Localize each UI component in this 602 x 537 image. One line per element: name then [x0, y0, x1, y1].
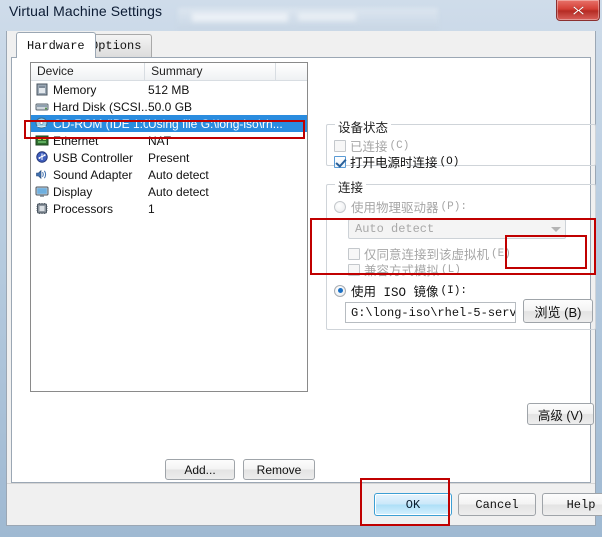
use-iso-image-row[interactable]: 使用 ISO 镜像 (I): [334, 281, 467, 300]
connect-at-power-on-mnemonic: (O) [439, 155, 460, 168]
device-summary: 512 MB [148, 82, 190, 97]
column-header-extra [276, 63, 307, 80]
settings-dialog: Hardware Options Device Summary Memory 5… [6, 31, 602, 526]
iso-path-value: G:\long-iso\rhel-5-server- [351, 305, 516, 320]
processor-icon [36, 203, 48, 214]
iso-path-input[interactable]: G:\long-iso\rhel-5-server- [345, 302, 516, 323]
device-summary: NAT [148, 133, 172, 148]
device-row-ethernet[interactable]: Ethernet NAT [31, 132, 307, 149]
device-row-usb-controller[interactable]: USB Controller Present [31, 149, 307, 166]
hardware-tab-panel: Device Summary Memory 512 MB Hard Disk (… [11, 57, 596, 483]
close-button[interactable] [556, 0, 600, 21]
cancel-button[interactable]: Cancel [458, 493, 536, 516]
display-icon [35, 186, 49, 197]
device-list-header: Device Summary [31, 63, 307, 81]
use-physical-drive-label: 使用物理驱动器 [351, 201, 439, 215]
use-iso-image-mnemonic: (I): [440, 284, 467, 297]
use-iso-image-radio[interactable] [334, 284, 346, 297]
device-list[interactable]: Device Summary Memory 512 MB Hard Disk (… [30, 62, 308, 392]
physical-drive-select[interactable]: Auto detect [348, 219, 566, 239]
use-iso-image-label: 使用 ISO 镜像 [351, 286, 439, 300]
cancel-label: Cancel [475, 497, 519, 512]
device-row-memory[interactable]: Memory 512 MB [31, 81, 307, 98]
memory-icon [36, 83, 48, 96]
chevron-down-icon [551, 227, 561, 232]
tab-options-label: Options [91, 39, 142, 53]
sound-icon [36, 169, 47, 180]
ok-button[interactable]: OK [374, 493, 452, 516]
browse-label: 浏览 (B) [534, 304, 582, 320]
advanced-button[interactable]: 高级 (V) [527, 403, 594, 425]
device-summary: 50.0 GB [148, 99, 193, 114]
exclusive-access-checkbox[interactable] [348, 247, 360, 260]
use-physical-drive-radio[interactable] [334, 200, 346, 213]
legacy-emulation-mnemonic: (L) [441, 263, 461, 276]
device-name: Display [53, 184, 93, 199]
column-header-summary: Summary [145, 63, 277, 80]
column-header-device: Device [31, 63, 146, 80]
device-summary: Present [148, 150, 190, 165]
add-device-label: Add... [184, 462, 216, 477]
device-name: Memory [53, 82, 97, 97]
ethernet-icon [35, 135, 49, 146]
advanced-label: 高级 (V) [537, 408, 584, 423]
connected-checkbox[interactable] [334, 139, 346, 152]
tab-hardware[interactable]: Hardware [16, 32, 96, 58]
device-row-hard-disk[interactable]: Hard Disk (SCSI... 50.0 GB [31, 98, 307, 115]
close-x-icon [572, 5, 584, 15]
device-name: Hard Disk (SCSI... [53, 99, 148, 114]
use-physical-drive-mnemonic: (P): [440, 200, 467, 213]
device-name: Processors [53, 201, 114, 216]
connect-at-power-on-checkbox[interactable] [334, 155, 346, 168]
help-label: Help [566, 497, 596, 512]
window-titlebar: Virtual Machine Settings [0, 0, 602, 31]
harddisk-icon [35, 103, 49, 111]
remove-device-label: Remove [256, 462, 302, 477]
device-summary: Auto detect [148, 184, 209, 199]
device-name: Sound Adapter [53, 167, 133, 182]
device-row-sound-adapter[interactable]: Sound Adapter Auto detect [31, 166, 307, 183]
device-name: Ethernet [53, 133, 99, 148]
usb-icon [36, 151, 48, 163]
help-button[interactable]: Help [542, 493, 602, 516]
device-status-legend: 设备状态 [335, 117, 392, 136]
screenshot-root: Virtual Machine Settings Hardware Option… [0, 0, 602, 537]
dialog-footer: OK Cancel Help [7, 483, 602, 525]
device-row-cdrom[interactable]: CD-ROM (IDE 1:0) Using file G:\long-iso\… [31, 115, 307, 132]
legacy-emulation-row[interactable]: 兼容方式模拟 (L) [348, 260, 461, 279]
connected-mnemonic: (C) [389, 139, 410, 152]
physical-drive-value: Auto detect [355, 222, 435, 236]
window-title: Virtual Machine Settings [9, 3, 163, 19]
use-physical-drive-row[interactable]: 使用物理驱动器 (P): [334, 197, 467, 216]
connection-legend: 连接 [335, 177, 367, 196]
device-name: USB Controller [53, 150, 134, 165]
ok-label: OK [405, 497, 421, 512]
exclusive-access-mnemonic: (E) [491, 247, 511, 260]
device-row-processors[interactable]: Processors 1 [31, 200, 307, 217]
connect-at-power-on-row[interactable]: 打开电源时连接 (O) [334, 152, 459, 171]
device-summary: Auto detect [148, 167, 209, 182]
connect-at-power-on-label: 打开电源时连接 [350, 156, 438, 170]
device-summary: Using file G:\long-iso\rh... [148, 116, 283, 131]
browse-button[interactable]: 浏览 (B) [523, 299, 593, 323]
device-summary: 1 [148, 201, 155, 216]
tab-hardware-label: Hardware [27, 38, 85, 53]
tab-strip: Hardware Options [7, 31, 595, 58]
add-device-button[interactable]: Add... [165, 459, 235, 480]
legacy-emulation-label: 兼容方式模拟 [364, 264, 440, 278]
device-row-display[interactable]: Display Auto detect [31, 183, 307, 200]
cdrom-icon [35, 117, 48, 129]
remove-device-button[interactable]: Remove [243, 459, 315, 480]
device-name: CD-ROM (IDE 1:0) [53, 116, 148, 131]
legacy-emulation-checkbox[interactable] [348, 263, 360, 276]
